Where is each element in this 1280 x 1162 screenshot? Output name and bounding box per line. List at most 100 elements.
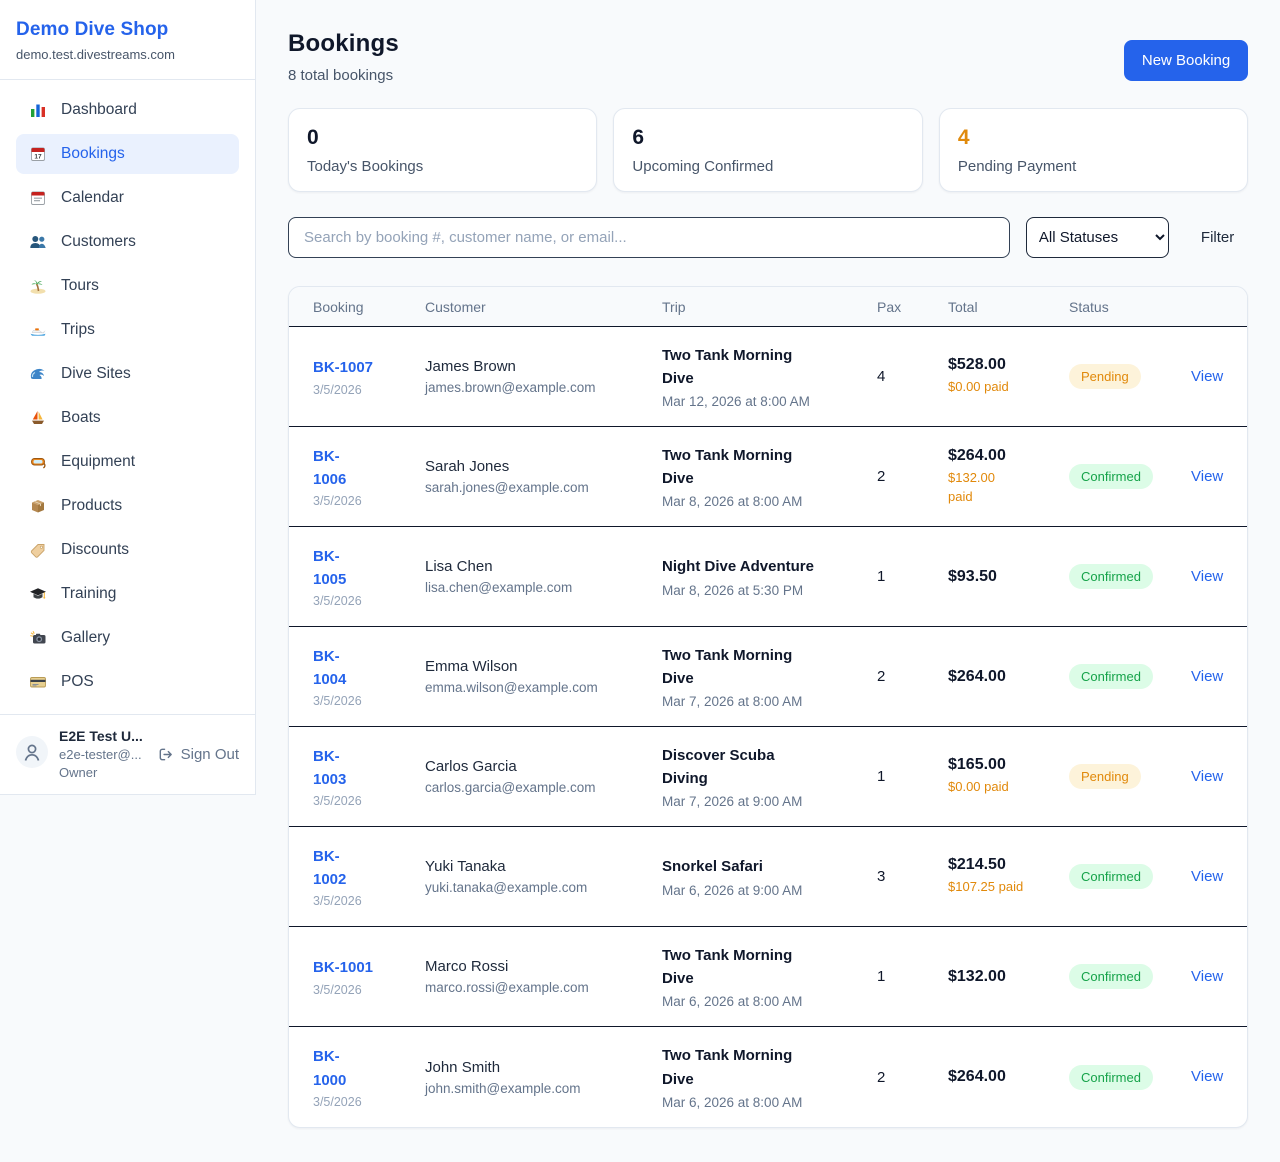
customer-name: Emma Wilson — [425, 658, 662, 675]
view-link[interactable]: View — [1191, 968, 1223, 985]
trip-name: Two Tank Morning Dive — [662, 444, 877, 491]
view-link[interactable]: View — [1191, 368, 1223, 385]
sign-out-label: Sign Out — [181, 746, 239, 763]
page-title: Bookings — [288, 30, 399, 58]
booking-id-link[interactable]: BK- 1004 — [313, 645, 346, 692]
credit-card-icon — [29, 673, 47, 691]
sidebar-item-calendar[interactable]: Calendar — [16, 178, 239, 218]
table-row: BK- 10023/5/2026 Yuki Tanakayuki.tanaka@… — [289, 827, 1247, 927]
status-badge: Pending — [1069, 764, 1141, 789]
customer-name: James Brown — [425, 358, 662, 375]
page-header-text: Bookings 8 total bookings — [288, 30, 399, 84]
sidebar-item-dive-sites[interactable]: Dive Sites — [16, 354, 239, 394]
view-link[interactable]: View — [1191, 568, 1223, 585]
svg-text:17: 17 — [34, 154, 42, 161]
status-filter-select[interactable]: All Statuses — [1026, 217, 1169, 258]
bookings-table: Booking Customer Trip Pax Total Status B… — [288, 286, 1248, 1128]
trip-datetime: Mar 7, 2026 at 8:00 AM — [662, 694, 877, 709]
sidebar-item-training[interactable]: Training — [16, 574, 239, 614]
total-amount: $132.00 — [948, 968, 1069, 986]
user-info: E2E Test U... e2e-tester@... Owner — [59, 728, 143, 780]
customer-email: yuki.tanaka@example.com — [425, 880, 662, 895]
stat-value: 6 — [632, 126, 903, 150]
trip-datetime: Mar 12, 2026 at 8:00 AM — [662, 394, 877, 409]
stat-value: 0 — [307, 126, 578, 150]
customer-email: james.brown@example.com — [425, 380, 662, 395]
sidebar-item-customers[interactable]: Customers — [16, 222, 239, 262]
sidebar-item-bookings[interactable]: 17 Bookings — [16, 134, 239, 174]
paid-amount: $132.00 paid — [948, 469, 1069, 505]
view-link[interactable]: View — [1191, 868, 1223, 885]
paid-amount: $0.00 paid — [948, 378, 1069, 396]
main-content: Bookings 8 total bookings New Booking 0 … — [256, 0, 1280, 1128]
stat-card-upcoming-confirmed: 6 Upcoming Confirmed — [613, 108, 922, 192]
sidebar-item-label: Trips — [61, 321, 95, 339]
total-amount: $264.00 — [948, 1068, 1069, 1086]
booking-date: 3/5/2026 — [313, 983, 425, 997]
sidebar-item-label: POS — [61, 673, 94, 691]
customer-name: Sarah Jones — [425, 458, 662, 475]
column-header-status: Status — [1069, 299, 1191, 315]
wave-icon — [29, 365, 47, 383]
shop-domain: demo.test.divestreams.com — [16, 47, 239, 62]
pax-count: 2 — [877, 1069, 948, 1086]
sidebar-item-label: Tours — [61, 277, 99, 295]
calendar-date-icon: 17 — [29, 145, 47, 163]
sidebar-item-products[interactable]: Products — [16, 486, 239, 526]
camera-icon — [29, 629, 47, 647]
speedboat-icon — [29, 321, 47, 339]
sidebar-item-discounts[interactable]: Discounts — [16, 530, 239, 570]
search-input[interactable] — [288, 217, 1010, 258]
sidebar-item-tours[interactable]: Tours — [16, 266, 239, 306]
table-row: BK- 10003/5/2026 John Smithjohn.smith@ex… — [289, 1027, 1247, 1127]
page-subtitle: 8 total bookings — [288, 67, 399, 84]
sidebar-item-equipment[interactable]: Equipment — [16, 442, 239, 482]
sidebar-item-label: Gallery — [61, 629, 110, 647]
stat-card-pending-payment: 4 Pending Payment — [939, 108, 1248, 192]
table-row: BK-10013/5/2026 Marco Rossimarco.rossi@e… — [289, 927, 1247, 1027]
table-row: BK-10073/5/2026 James Brownjames.brown@e… — [289, 327, 1247, 427]
sidebar-item-label: Equipment — [61, 453, 135, 471]
user-email: e2e-tester@... — [59, 747, 143, 762]
paid-amount: $107.25 paid — [948, 878, 1069, 896]
booking-id-link[interactable]: BK-1001 — [313, 956, 373, 979]
view-link[interactable]: View — [1191, 668, 1223, 685]
customer-email: sarah.jones@example.com — [425, 480, 662, 495]
pax-count: 1 — [877, 768, 948, 785]
booking-id-link[interactable]: BK- 1003 — [313, 745, 346, 792]
sidebar-item-dashboard[interactable]: Dashboard — [16, 90, 239, 130]
customer-name: John Smith — [425, 1059, 662, 1076]
trip-name: Two Tank Morning Dive — [662, 944, 877, 991]
trip-name: Two Tank Morning Dive — [662, 644, 877, 691]
status-badge: Confirmed — [1069, 1065, 1153, 1090]
view-link[interactable]: View — [1191, 1068, 1223, 1085]
filter-button[interactable]: Filter — [1187, 221, 1248, 254]
column-header-pax: Pax — [877, 299, 948, 315]
booking-date: 3/5/2026 — [313, 1095, 425, 1109]
sidebar-item-pos[interactable]: POS — [16, 662, 239, 702]
view-link[interactable]: View — [1191, 768, 1223, 785]
sidebar-item-boats[interactable]: Boats — [16, 398, 239, 438]
customer-name: Carlos Garcia — [425, 758, 662, 775]
sidebar-item-trips[interactable]: Trips — [16, 310, 239, 350]
booking-id-link[interactable]: BK- 1006 — [313, 445, 346, 492]
total-amount: $93.50 — [948, 568, 1069, 586]
view-link[interactable]: View — [1191, 468, 1223, 485]
sidebar-user-footer: E2E Test U... e2e-tester@... Owner Sign … — [0, 714, 255, 794]
sidebar-item-gallery[interactable]: Gallery — [16, 618, 239, 658]
booking-id-link[interactable]: BK- 1002 — [313, 845, 346, 892]
table-row: BK- 10063/5/2026 Sarah Jonessarah.jones@… — [289, 427, 1247, 527]
status-badge: Confirmed — [1069, 464, 1153, 489]
booking-id-link[interactable]: BK-1007 — [313, 356, 373, 379]
booking-id-link[interactable]: BK- 1005 — [313, 545, 346, 592]
trip-datetime: Mar 8, 2026 at 8:00 AM — [662, 494, 877, 509]
total-amount: $165.00 — [948, 756, 1069, 774]
sign-out-button[interactable]: Sign Out — [157, 746, 239, 763]
new-booking-button[interactable]: New Booking — [1124, 40, 1248, 81]
user-role: Owner — [59, 765, 143, 780]
tag-icon — [29, 541, 47, 559]
booking-id-link[interactable]: BK- 1000 — [313, 1045, 346, 1092]
trip-datetime: Mar 8, 2026 at 5:30 PM — [662, 583, 877, 598]
stat-label: Upcoming Confirmed — [632, 158, 903, 175]
bar-chart-icon — [29, 101, 47, 119]
